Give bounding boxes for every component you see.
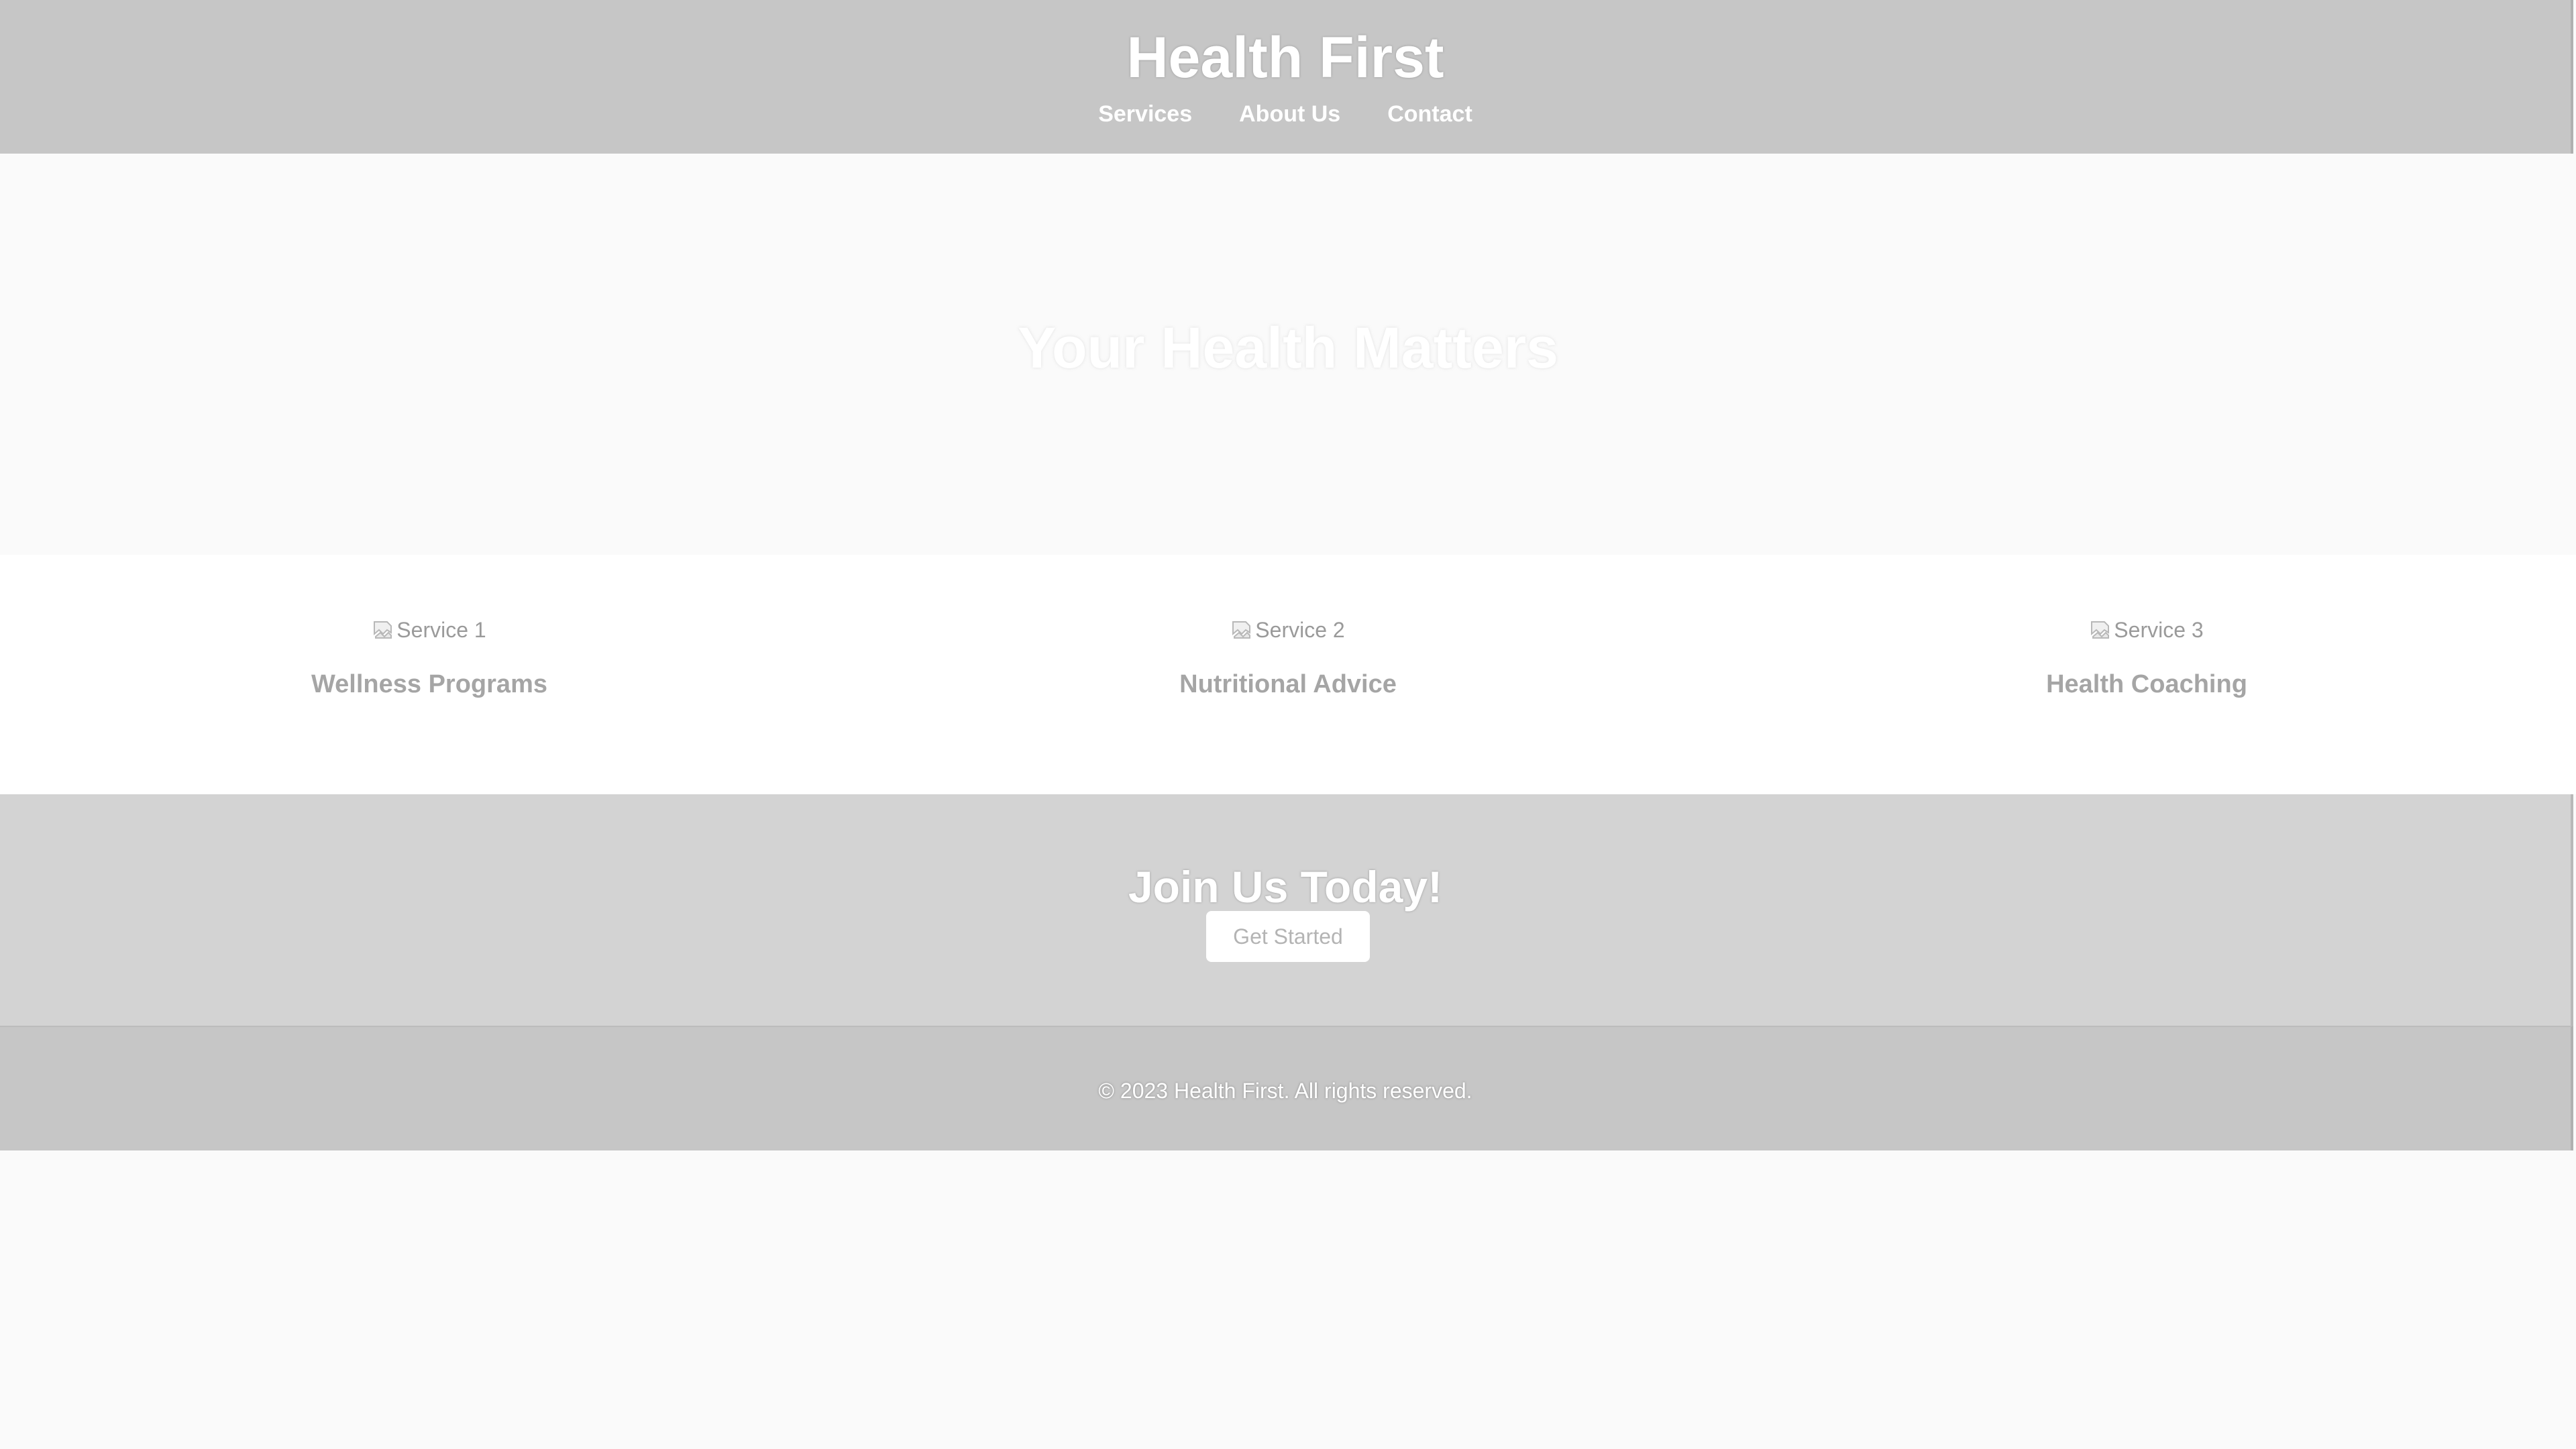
service-image-alt: Service 2 — [1255, 618, 1345, 642]
hero-title: Your Health Matters — [1018, 316, 1558, 380]
nav-link-about-us[interactable]: About Us — [1239, 101, 1340, 127]
service-card: Service 2 Nutritional Advice — [859, 555, 1717, 794]
service-card: Service 1 Wellness Programs — [0, 555, 859, 794]
service-card: Service 3 Health Coaching — [1717, 555, 2576, 794]
main-nav: Services About Us Contact — [0, 101, 2571, 127]
nav-link-contact[interactable]: Contact — [1387, 101, 1472, 127]
site-title: Health First — [1126, 25, 1444, 90]
services-section: Service 1 Wellness Programs Service 2 Nu… — [0, 555, 2576, 794]
cta-title: Join Us Today! — [1128, 862, 1443, 912]
site-footer: © 2023 Health First. All rights reserved… — [0, 1026, 2573, 1150]
service-title: Health Coaching — [2046, 670, 2247, 698]
copyright-text: © 2023 Health First. All rights reserved… — [1098, 1079, 1472, 1103]
get-started-button[interactable]: Get Started — [1206, 911, 1370, 962]
nav-link-services[interactable]: Services — [1098, 101, 1192, 127]
hero-section: Your Health Matters — [0, 154, 2576, 555]
broken-image-icon — [2090, 619, 2111, 641]
service-image: Service 3 — [1717, 616, 2576, 643]
service-title: Nutritional Advice — [1179, 670, 1397, 698]
broken-image-icon — [1231, 619, 1252, 641]
service-title: Wellness Programs — [311, 670, 547, 698]
service-image: Service 1 — [0, 616, 859, 643]
service-image: Service 2 — [859, 616, 1717, 643]
cta-section: Join Us Today! Get Started — [0, 794, 2573, 1026]
broken-image-icon — [372, 619, 394, 641]
service-image-alt: Service 1 — [396, 618, 486, 642]
service-image-alt: Service 3 — [2114, 618, 2204, 642]
site-header: Health First Services About Us Contact — [0, 0, 2573, 154]
